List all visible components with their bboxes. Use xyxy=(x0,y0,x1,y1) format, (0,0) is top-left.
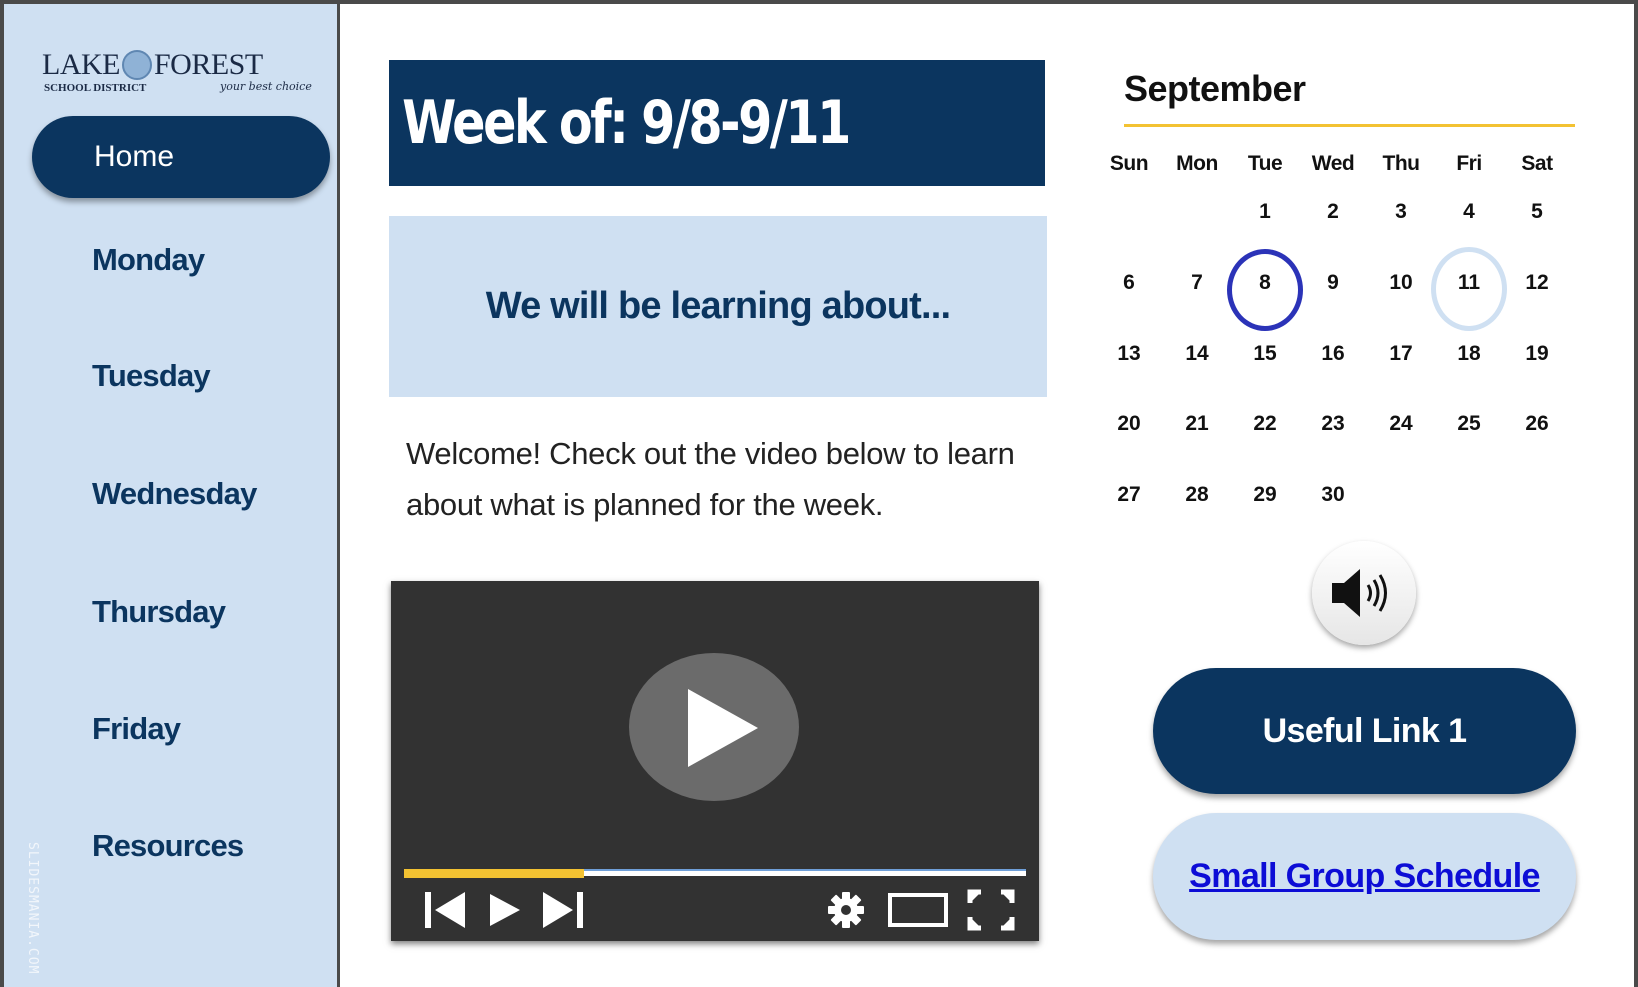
calendar-day[interactable]: 9 xyxy=(1298,271,1368,295)
skip-forward-icon[interactable] xyxy=(541,889,587,931)
calendar-day[interactable]: 13 xyxy=(1094,342,1164,366)
weekday-thu: Thu xyxy=(1382,152,1420,175)
weekday-sat: Sat xyxy=(1521,152,1553,175)
calendar-day[interactable]: 11 xyxy=(1434,271,1504,295)
calendar-day[interactable]: 10 xyxy=(1366,271,1436,295)
calendar-day[interactable]: 21 xyxy=(1162,412,1232,436)
calendar-month: September xyxy=(1124,68,1306,109)
week-banner: Week of: 9/8-9/11 xyxy=(389,60,1045,186)
district-logo[interactable]: LAKE FOREST SCHOOL DISTRICT your best cho… xyxy=(42,42,322,102)
sidebar: LAKE FOREST SCHOOL DISTRICT your best cho… xyxy=(4,4,340,987)
welcome-text: Welcome! Check out the video below to le… xyxy=(406,436,1015,522)
small-group-schedule-link[interactable]: Small Group Schedule xyxy=(1189,857,1540,895)
calendar-day[interactable]: 29 xyxy=(1230,483,1300,507)
calendar-day[interactable]: 1 xyxy=(1230,200,1300,224)
play-icon[interactable] xyxy=(487,889,523,931)
weekday-wed: Wed xyxy=(1311,152,1355,175)
nav-item-wednesday[interactable]: Wednesday xyxy=(92,476,257,512)
calendar-day[interactable]: 28 xyxy=(1162,483,1232,507)
calendar-day[interactable]: 14 xyxy=(1162,342,1232,366)
small-group-schedule-button[interactable]: Small Group Schedule xyxy=(1153,813,1576,940)
nav-item-thursday[interactable]: Thursday xyxy=(92,594,226,630)
skip-back-icon[interactable] xyxy=(423,889,469,931)
calendar-day[interactable]: 20 xyxy=(1094,412,1164,436)
calendar-day[interactable]: 2 xyxy=(1298,200,1368,224)
calendar-day[interactable]: 24 xyxy=(1366,412,1436,436)
progress-fill xyxy=(404,869,585,878)
logo-subtitle: SCHOOL DISTRICT xyxy=(44,82,147,94)
calendar-day[interactable]: 6 xyxy=(1094,271,1164,295)
calendar-divider xyxy=(1124,124,1575,127)
calendar-day[interactable]: 23 xyxy=(1298,412,1368,436)
settings-icon[interactable] xyxy=(825,889,867,931)
calendar-day[interactable]: 22 xyxy=(1230,412,1300,436)
play-icon xyxy=(688,689,758,767)
nav-item-friday[interactable]: Friday xyxy=(92,711,181,747)
video-player[interactable] xyxy=(391,581,1039,941)
calendar-day[interactable]: 3 xyxy=(1366,200,1436,224)
calendar-day[interactable]: 27 xyxy=(1094,483,1164,507)
weekday-mon: Mon xyxy=(1176,152,1218,175)
calendar-day[interactable]: 12 xyxy=(1502,271,1572,295)
calendar-day[interactable]: 4 xyxy=(1434,200,1504,224)
theater-mode-icon[interactable] xyxy=(887,889,949,931)
learning-heading: We will be learning about... xyxy=(485,285,951,327)
calendar-day[interactable]: 8 xyxy=(1230,271,1300,295)
nav-item-tuesday[interactable]: Tuesday xyxy=(92,358,211,394)
calendar-day[interactable]: 19 xyxy=(1502,342,1572,366)
speaker-icon xyxy=(1332,569,1387,617)
calendar-day[interactable]: 25 xyxy=(1434,412,1504,436)
seal-icon xyxy=(121,50,152,80)
calendar-day[interactable]: 17 xyxy=(1366,342,1436,366)
watermark: SLIDESMANIA.COM xyxy=(25,842,40,975)
calendar-day[interactable]: 18 xyxy=(1434,342,1504,366)
weekday-sun: Sun xyxy=(1109,152,1149,175)
fullscreen-icon[interactable] xyxy=(967,889,1015,931)
weekday-tue: Tue xyxy=(1247,152,1283,175)
calendar-day[interactable]: 5 xyxy=(1502,200,1572,224)
calendar-day[interactable]: 16 xyxy=(1298,342,1368,366)
calendar-day[interactable]: 30 xyxy=(1298,483,1368,507)
play-overlay-button[interactable] xyxy=(629,653,799,801)
logo-wordmark: LAKE FOREST xyxy=(42,48,263,81)
nav-item-monday[interactable]: Monday xyxy=(92,242,205,278)
nav-home-button[interactable]: Home xyxy=(32,116,330,198)
audio-button[interactable] xyxy=(1312,541,1416,645)
learning-box: We will be learning about... xyxy=(389,216,1047,397)
calendar-day[interactable]: 26 xyxy=(1502,412,1572,436)
weekday-fri: Fri xyxy=(1456,152,1482,175)
calendar-day[interactable]: 15 xyxy=(1230,342,1300,366)
nav-item-resources[interactable]: Resources xyxy=(92,828,244,864)
useful-link-1-button[interactable]: Useful Link 1 xyxy=(1153,668,1576,794)
logo-tagline: your best choice xyxy=(220,80,312,93)
calendar-day[interactable]: 7 xyxy=(1162,271,1232,295)
progress-bar[interactable] xyxy=(404,869,1026,878)
